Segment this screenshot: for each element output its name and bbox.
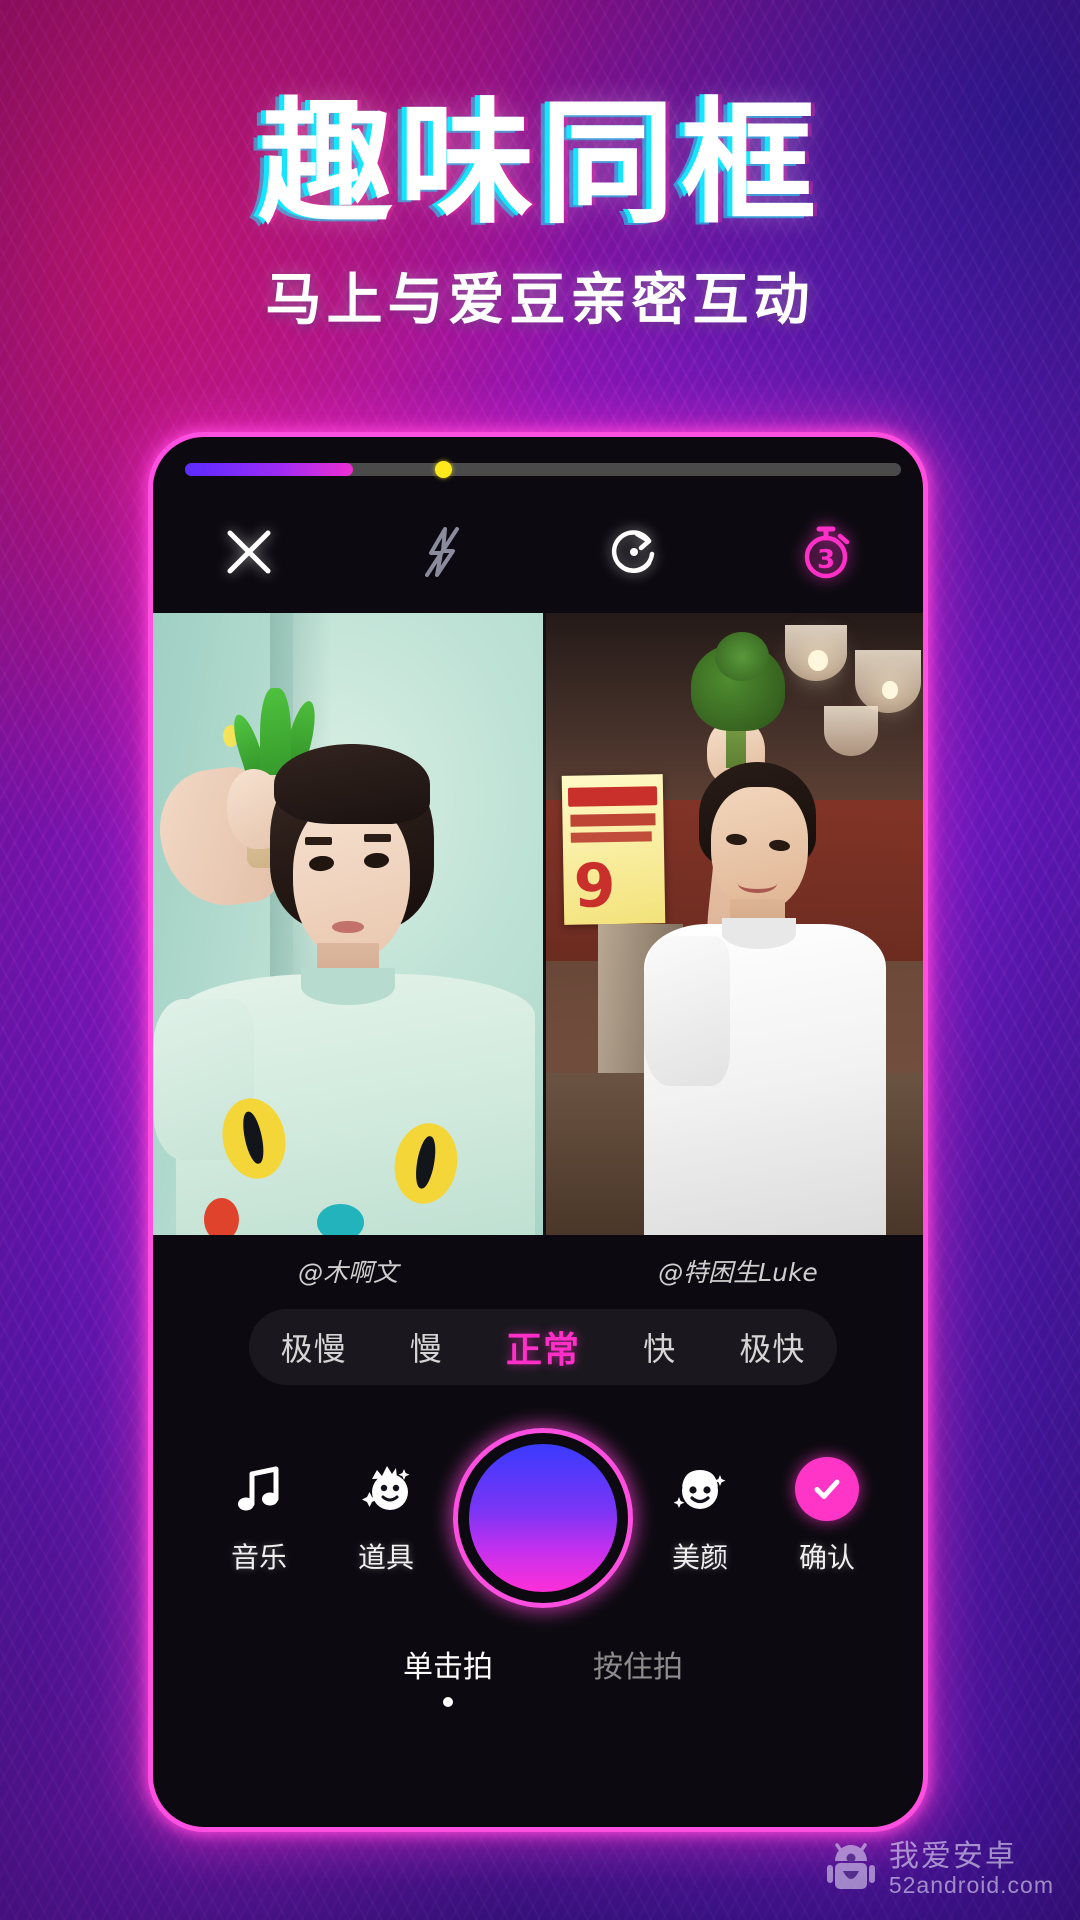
left-brow-left [305, 836, 333, 845]
music-label: 音乐 [230, 1541, 287, 1574]
left-shirt-graphic-red [203, 1197, 239, 1235]
left-brow-right [363, 833, 391, 842]
beauty-face-icon [673, 1470, 726, 1509]
confirm-label: 确认 [798, 1541, 855, 1574]
hero-subtitle: 马上与爱豆亲密互动 [265, 268, 815, 333]
camera-controls: 音乐 道具 美颜 确认 [153, 1422, 923, 1652]
sign-line-1 [567, 785, 658, 807]
music-button[interactable]: 音乐 [199, 1458, 319, 1576]
left-lips [332, 920, 364, 934]
close-button[interactable] [153, 493, 346, 611]
android-robot-icon [826, 1843, 875, 1890]
right-bulb-2 [882, 681, 898, 699]
right-smile [738, 874, 777, 893]
right-broccoli-top [714, 631, 770, 682]
mode-hold-to-shoot[interactable]: 按住拍 [593, 1642, 683, 1707]
camera-toolbar: 3 [153, 493, 923, 611]
speed-option-normal[interactable]: 正常 [506, 1321, 580, 1373]
props-sticker-icon [362, 1466, 410, 1510]
right-sleeve [644, 936, 731, 1086]
confirm-button[interactable]: 确认 [767, 1457, 887, 1576]
speed-option-fast[interactable]: 快 [643, 1324, 676, 1370]
beauty-label: 美颜 [671, 1541, 728, 1574]
shutter-button[interactable] [453, 1428, 633, 1608]
progress-marker-dot [435, 461, 452, 478]
speed-option-very-slow[interactable]: 极慢 [281, 1324, 347, 1370]
check-icon [814, 1479, 840, 1499]
left-person-fringe [273, 743, 430, 825]
phone-mockup: 3 9 @木啊文 @特困生Luke 极慢 慢 正常 快 极快 音乐 道具 美颜 … [148, 432, 928, 1832]
shutter-mode-switch: 单击拍 按住拍 [153, 1642, 923, 1707]
confirm-badge [795, 1457, 859, 1521]
speed-selector: 极慢 慢 正常 快 极快 [249, 1309, 837, 1385]
watermark: 我爱安卓 52android.com [825, 1838, 1054, 1899]
mode-tap-label: 单击拍 [403, 1650, 493, 1685]
right-price-sign: 9 [561, 773, 666, 925]
right-bulb-1 [808, 650, 828, 672]
timer-button[interactable]: 3 [731, 493, 924, 611]
beauty-button[interactable]: 美颜 [640, 1458, 760, 1576]
photo-pane-right[interactable]: 9 [543, 613, 923, 1235]
right-collar [722, 917, 797, 949]
username-row: @木啊文 @特困生Luke [153, 1235, 923, 1307]
username-right: @特困生Luke [658, 1258, 818, 1287]
left-collar [301, 967, 395, 1005]
sign-line-2 [569, 812, 656, 827]
left-shirt-graphic-teal [316, 1203, 364, 1235]
props-label: 道具 [357, 1541, 414, 1574]
sign-price: 9 [572, 850, 616, 922]
username-left: @木啊文 [297, 1258, 398, 1287]
camera-flip-icon [612, 530, 655, 573]
close-icon [227, 530, 271, 574]
hero-title: 趣味同框 [258, 85, 822, 242]
flash-button[interactable] [346, 493, 539, 611]
mode-active-dot [443, 1697, 453, 1707]
photo-divider [543, 613, 546, 1235]
watermark-en: 52android.com [888, 1872, 1054, 1899]
flip-camera-button[interactable] [538, 493, 731, 611]
watermark-cn: 我爱安卓 [888, 1838, 1017, 1874]
shutter-inner [469, 1444, 617, 1592]
sign-line-3 [570, 830, 652, 843]
props-button[interactable]: 道具 [326, 1458, 446, 1576]
flash-off-icon [424, 527, 459, 577]
music-note-icon [238, 1466, 279, 1511]
right-lamp-3 [823, 706, 879, 757]
speed-option-very-fast[interactable]: 极快 [739, 1324, 805, 1370]
mode-hold-label: 按住拍 [593, 1650, 683, 1685]
progress-fill [185, 463, 353, 476]
dual-photo-preview: 9 [153, 613, 923, 1235]
photo-pane-left[interactable] [153, 613, 543, 1235]
timer-icon: 3 [804, 526, 849, 579]
timer-value: 3 [817, 545, 835, 575]
speed-option-slow[interactable]: 慢 [410, 1324, 443, 1370]
mode-tap-to-shoot[interactable]: 单击拍 [403, 1642, 493, 1707]
recording-progress-bar[interactable] [185, 461, 901, 478]
